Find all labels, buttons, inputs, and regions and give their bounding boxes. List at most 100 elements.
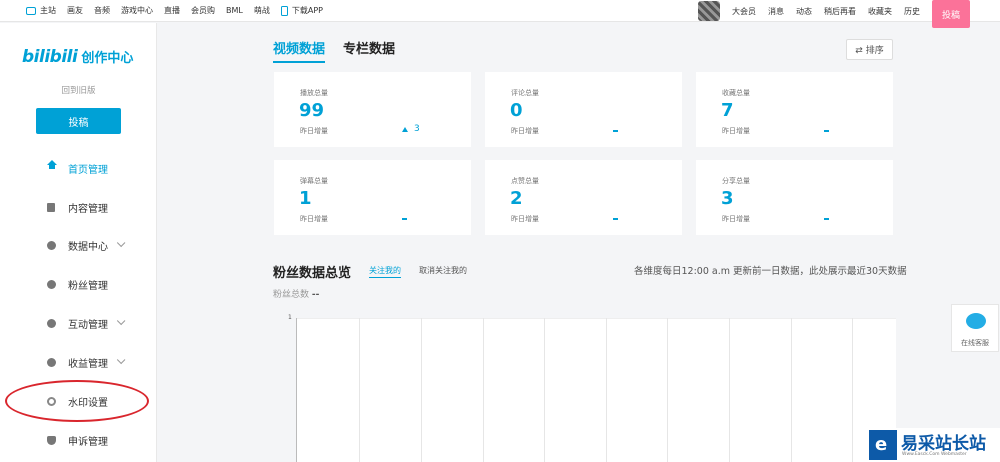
home-icon	[47, 160, 57, 169]
dash-icon	[824, 218, 829, 220]
sort-button[interactable]: ⇄ 排序	[846, 39, 893, 60]
tab-following-me[interactable]: 关注我的	[369, 265, 401, 278]
back-to-old-version-link[interactable]: 回到旧版	[0, 84, 157, 96]
stat-delta-value: 3	[414, 124, 420, 134]
stat-yesterday-label: 昨日增量	[300, 215, 328, 223]
online-customer-service[interactable]: 在线客服	[951, 304, 999, 352]
chart-top-gridline	[297, 318, 896, 319]
nav-bml[interactable]: BML	[226, 6, 243, 15]
stat-value: 3	[721, 188, 734, 209]
stat-card-likes: 点赞总量 2 昨日增量	[485, 160, 682, 235]
chat-bubble-icon	[966, 313, 986, 329]
stat-yesterday-label: 昨日增量	[300, 127, 328, 135]
money-icon	[47, 357, 56, 367]
chevron-down-icon	[116, 316, 126, 326]
stat-yesterday-label: 昨日增量	[722, 215, 750, 223]
dash-icon	[613, 130, 618, 132]
stat-yesterday-label: 昨日增量	[511, 127, 539, 135]
chart-gridline	[852, 318, 853, 462]
chart-gridline	[544, 318, 545, 462]
sidebar-item-fans[interactable]: 粉丝管理	[47, 274, 108, 294]
sidebar-item-income[interactable]: 收益管理	[47, 352, 126, 372]
nav-shop[interactable]: 会员购	[191, 5, 215, 16]
sidebar-item-appeal[interactable]: 申诉管理	[47, 430, 108, 450]
dash-icon	[402, 218, 407, 220]
watermark-text: 易采站长站	[901, 434, 986, 454]
document-icon	[47, 202, 55, 212]
fans-chart: 1	[288, 314, 896, 462]
tab-column-data[interactable]: 专栏数据	[343, 38, 395, 57]
nav-game-center[interactable]: 游戏中心	[121, 5, 153, 16]
sidebar-item-content[interactable]: 内容管理	[47, 197, 108, 217]
sidebar-item-label: 首页管理	[68, 164, 108, 176]
up-arrow-icon	[402, 126, 408, 132]
top-nav-bar: 主站 画友 音频 游戏中心 直播 会员购 BML 萌战 下载APP 大会员 消息…	[0, 0, 1000, 28]
stat-yesterday-label: 昨日增量	[722, 127, 750, 135]
nav-painters[interactable]: 画友	[67, 5, 83, 16]
nav-watch-later[interactable]: 稍后再看	[824, 6, 856, 17]
data-icon	[47, 240, 56, 250]
customer-service-label: 在线客服	[961, 339, 989, 347]
stat-title: 播放总量	[300, 89, 328, 97]
logo-brand: bilibili	[22, 47, 78, 67]
sidebar-item-label: 数据中心	[68, 241, 108, 253]
sidebar-upload-button[interactable]: 投稿	[36, 108, 121, 134]
avatar[interactable]	[698, 1, 720, 21]
sidebar-item-label: 内容管理	[68, 203, 108, 215]
watermark-subtext: Www.Easck.Com Webmaster	[902, 452, 967, 457]
nav-audio[interactable]: 音频	[94, 5, 110, 16]
nav-vip[interactable]: 大会员	[732, 6, 756, 17]
stat-value: 0	[510, 100, 523, 121]
chart-gridline	[729, 318, 730, 462]
stat-delta	[613, 124, 618, 132]
stat-title: 弹幕总量	[300, 177, 328, 185]
fans-icon	[47, 279, 56, 289]
sidebar-item-label: 收益管理	[68, 358, 108, 370]
stat-card-favorites: 收藏总量 7 昨日增量	[696, 72, 893, 147]
nav-messages[interactable]: 消息	[768, 6, 784, 17]
top-nav-right: 大会员 消息 动态 稍后再看 收藏夹 历史 投稿	[698, 0, 1000, 28]
dash-icon	[824, 130, 829, 132]
tab-video-data[interactable]: 视频数据	[273, 38, 326, 63]
tv-icon	[26, 6, 36, 15]
dash-icon	[613, 218, 618, 220]
phone-icon	[280, 5, 288, 16]
nav-dynamics[interactable]: 动态	[796, 6, 812, 17]
stat-delta	[402, 212, 407, 220]
stat-card-shares: 分享总量 3 昨日增量	[696, 160, 893, 235]
stat-card-comments: 评论总量 0 昨日增量	[485, 72, 682, 147]
stat-title: 点赞总量	[511, 177, 539, 185]
chevron-down-icon	[116, 355, 126, 365]
nav-moe-battle[interactable]: 萌战	[254, 5, 270, 16]
nav-history[interactable]: 历史	[904, 6, 920, 17]
nav-favorites[interactable]: 收藏夹	[868, 6, 892, 17]
chart-gridline	[421, 318, 422, 462]
sidebar-item-label: 互动管理	[68, 319, 108, 331]
stat-delta: 3	[402, 124, 420, 134]
chart-gridline	[359, 318, 360, 462]
stat-value: 2	[510, 188, 523, 209]
sidebar-item-interaction[interactable]: 互动管理	[47, 313, 126, 333]
sidebar-item-home[interactable]: 首页管理	[47, 158, 108, 178]
site-watermark: e 易采站长站 Www.Easck.Com Webmaster	[866, 428, 1000, 462]
chart-gridline	[606, 318, 607, 462]
fans-total-label: 粉丝总数	[273, 290, 310, 300]
sidebar: bilibili 创作中心 回到旧版 投稿 首页管理 内容管理 数据中心 粉丝管…	[0, 23, 157, 462]
stat-delta	[824, 124, 829, 132]
stat-value: 1	[299, 188, 312, 209]
chart-gridline	[483, 318, 484, 462]
stat-card-danmaku: 弹幕总量 1 昨日增量	[274, 160, 471, 235]
sidebar-item-data-center[interactable]: 数据中心	[47, 235, 126, 255]
watermark-logo-letter: e	[875, 434, 888, 455]
nav-main-site[interactable]: 主站	[40, 5, 56, 16]
stat-title: 评论总量	[511, 89, 539, 97]
data-tabs: 视频数据 专栏数据	[273, 38, 413, 63]
chart-gridline	[791, 318, 792, 462]
top-upload-button[interactable]: 投稿	[932, 0, 970, 28]
nav-live[interactable]: 直播	[164, 5, 180, 16]
logo-title: 创作中心	[81, 51, 134, 66]
nav-download-app[interactable]: 下载APP	[280, 5, 323, 16]
tab-unfollowed-me[interactable]: 取消关注我的	[419, 265, 467, 276]
stat-value: 99	[299, 100, 325, 121]
logo[interactable]: bilibili 创作中心	[22, 47, 133, 67]
